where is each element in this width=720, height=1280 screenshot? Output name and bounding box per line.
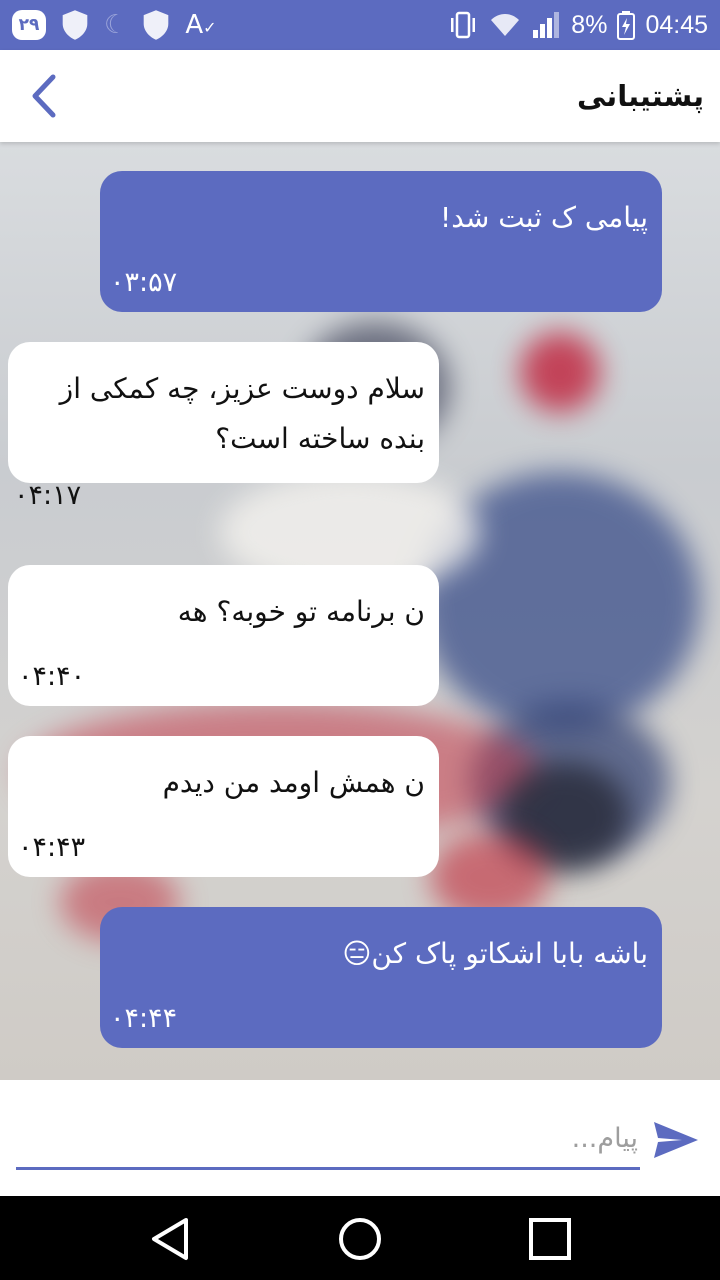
message-time: ۰۴:۱۷ bbox=[14, 480, 82, 511]
home-circle-icon[interactable] bbox=[335, 1214, 385, 1264]
notification-badge: ۲۹ bbox=[12, 10, 46, 40]
message-text: سلام دوست عزیز، چه کمکی از بنده ساخته اس… bbox=[59, 372, 425, 455]
message-bubble-incoming[interactable]: ن همش اومد من دیدم ۰۴:۴۳ bbox=[8, 736, 439, 877]
message-time: ۰۳:۵۷ bbox=[110, 267, 178, 298]
message-time: ۰۴:۴۴ bbox=[110, 1003, 178, 1034]
battery-icon bbox=[617, 11, 636, 40]
chevron-left-icon bbox=[32, 74, 56, 118]
message-time: ۰۴:۴۳ bbox=[18, 832, 86, 863]
send-icon[interactable] bbox=[652, 1118, 700, 1162]
message-bubble-incoming[interactable]: سلام دوست عزیز، چه کمکی از بنده ساخته اس… bbox=[8, 342, 439, 483]
message-input[interactable] bbox=[16, 1110, 640, 1170]
back-button[interactable] bbox=[22, 66, 66, 126]
recents-square-icon[interactable] bbox=[525, 1214, 575, 1264]
back-triangle-icon[interactable] bbox=[146, 1214, 196, 1264]
signal-icon bbox=[533, 12, 560, 38]
message-text: پیامی ک ثبت شد! bbox=[440, 201, 648, 234]
moon-icon: ☾ bbox=[104, 10, 128, 40]
message-time: ۰۴:۴۰ bbox=[18, 661, 86, 692]
font-size-icon: A✓ bbox=[185, 10, 217, 40]
message-bubble-outgoing[interactable]: باشه بابا اشکاتو پاک کن😑 ۰۴:۴۴ bbox=[100, 907, 662, 1048]
shield-icon bbox=[62, 10, 88, 40]
clock: 04:45 bbox=[645, 10, 708, 39]
vibrate-icon bbox=[451, 11, 476, 39]
message-text: ن برنامه تو خوبه؟ هه bbox=[177, 595, 425, 628]
message-bubble-outgoing[interactable]: پیامی ک ثبت شد! ۰۳:۵۷ bbox=[100, 171, 662, 312]
composer-bar bbox=[0, 1080, 720, 1196]
app-bar: پشتیبانی bbox=[0, 50, 720, 142]
message-text: باشه بابا اشکاتو پاک کن😑 bbox=[342, 937, 648, 970]
shield-icon bbox=[144, 10, 169, 40]
wifi-icon bbox=[491, 14, 520, 36]
message-bubble-incoming[interactable]: ن برنامه تو خوبه؟ هه ۰۴:۴۰ bbox=[8, 565, 439, 706]
chat-area[interactable]: پیامی ک ثبت شد! ۰۳:۵۷ سلام دوست عزیز، چه… bbox=[0, 142, 720, 1080]
status-bar: ۲۹ ☾ A✓ 8% 04:45 bbox=[0, 0, 720, 50]
message-text: ن همش اومد من دیدم bbox=[162, 766, 425, 799]
page-title: پشتیبانی bbox=[576, 79, 704, 113]
battery-percent: 8% bbox=[571, 10, 608, 39]
system-nav-bar bbox=[0, 1196, 720, 1280]
